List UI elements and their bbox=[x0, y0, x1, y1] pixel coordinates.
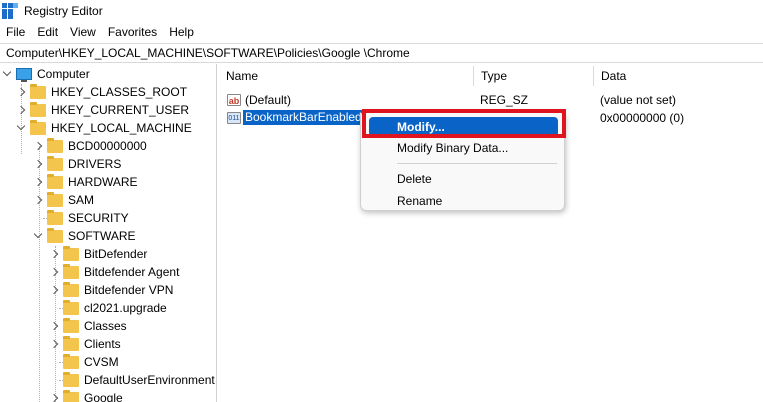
menu-item-delete[interactable]: Delete bbox=[369, 169, 558, 189]
value-row-default[interactable]: ab (Default) REG_SZ (value not set) bbox=[218, 91, 763, 109]
menu-item-rename[interactable]: Rename bbox=[369, 191, 558, 211]
dword-value-icon: 011 bbox=[227, 112, 241, 124]
tree-item-hardware[interactable]: HARDWARE bbox=[33, 173, 138, 191]
menu-help[interactable]: Help bbox=[163, 25, 200, 39]
value-data: (value not set) bbox=[600, 93, 677, 107]
value-type: REG_SZ bbox=[480, 93, 529, 107]
column-header-data[interactable]: Data bbox=[593, 64, 763, 88]
folder-icon bbox=[30, 101, 46, 117]
tree-item-bitdefender-agent[interactable]: Bitdefender Agent bbox=[49, 263, 179, 281]
chevron-down-icon[interactable] bbox=[2, 69, 12, 79]
menu-favorites[interactable]: Favorites bbox=[102, 25, 163, 39]
tree-item-defaultuserenvironment[interactable]: DefaultUserEnvironment bbox=[63, 371, 215, 389]
folder-icon bbox=[47, 173, 63, 189]
tree-item-computer[interactable]: Computer bbox=[2, 65, 90, 83]
folder-icon bbox=[63, 263, 79, 279]
computer-icon bbox=[16, 68, 32, 82]
menu-view[interactable]: View bbox=[64, 25, 102, 39]
tree-item-classes[interactable]: Classes bbox=[49, 317, 127, 335]
chevron-right-icon[interactable] bbox=[16, 87, 26, 97]
window-title: Registry Editor bbox=[24, 4, 103, 18]
tree-item-google[interactable]: Google bbox=[49, 389, 123, 402]
folder-icon bbox=[63, 389, 79, 402]
tree-item-bitdefender[interactable]: BitDefender bbox=[49, 245, 147, 263]
folder-icon bbox=[47, 227, 63, 243]
chevron-down-icon[interactable] bbox=[33, 231, 43, 241]
menu-separator bbox=[397, 163, 557, 164]
tree-item-hkey-current-user[interactable]: HKEY_CURRENT_USER bbox=[16, 101, 189, 119]
string-value-icon: ab bbox=[227, 94, 241, 106]
menu-item-modify-binary-data[interactable]: Modify Binary Data... bbox=[369, 138, 558, 158]
tree-item-security[interactable]: SECURITY bbox=[47, 209, 129, 227]
folder-icon bbox=[63, 281, 79, 297]
tree-item-software[interactable]: SOFTWARE bbox=[33, 227, 136, 245]
folder-icon bbox=[63, 299, 79, 315]
folder-icon bbox=[63, 371, 79, 387]
chevron-right-icon[interactable] bbox=[49, 321, 59, 331]
address-path: Computer\HKEY_LOCAL_MACHINE\SOFTWARE\Pol… bbox=[6, 46, 410, 60]
folder-icon bbox=[63, 317, 79, 333]
folder-icon bbox=[63, 335, 79, 351]
folder-icon bbox=[47, 155, 63, 171]
chevron-right-icon[interactable] bbox=[33, 159, 43, 169]
chevron-right-icon[interactable] bbox=[33, 195, 43, 205]
key-tree[interactable]: Computer HKEY_CLASSES_ROOT HKEY_CURRENT_… bbox=[0, 64, 217, 402]
chevron-right-icon[interactable] bbox=[49, 249, 59, 259]
chevron-right-icon[interactable] bbox=[49, 339, 59, 349]
folder-icon bbox=[47, 209, 63, 225]
chevron-right-icon[interactable] bbox=[33, 141, 43, 151]
value-name-selected: BookmarkBarEnabled bbox=[243, 110, 364, 125]
folder-icon bbox=[30, 83, 46, 99]
chevron-right-icon[interactable] bbox=[33, 177, 43, 187]
value-name: (Default) bbox=[245, 93, 292, 107]
chevron-right-icon[interactable] bbox=[49, 393, 59, 402]
tree-item-bcd00000000[interactable]: BCD00000000 bbox=[33, 137, 147, 155]
chevron-right-icon[interactable] bbox=[16, 105, 26, 115]
menu-bar: File Edit View Favorites Help bbox=[0, 22, 200, 42]
registry-editor-icon bbox=[2, 3, 18, 19]
tree-item-cvsm[interactable]: CVSM bbox=[63, 353, 119, 371]
highlight-annotation-box bbox=[362, 109, 566, 138]
folder-icon bbox=[63, 353, 79, 369]
chevron-right-icon[interactable] bbox=[49, 267, 59, 277]
chevron-down-icon[interactable] bbox=[16, 123, 26, 133]
menu-edit[interactable]: Edit bbox=[31, 25, 64, 39]
tree-item-sam[interactable]: SAM bbox=[33, 191, 94, 209]
menu-file[interactable]: File bbox=[0, 25, 31, 39]
folder-icon bbox=[47, 191, 63, 207]
title-bar: Registry Editor bbox=[0, 0, 763, 22]
tree-item-bitdefender-vpn[interactable]: Bitdefender VPN bbox=[49, 281, 173, 299]
column-header-type[interactable]: Type bbox=[473, 64, 593, 88]
folder-icon bbox=[30, 119, 46, 135]
tree-item-drivers[interactable]: DRIVERS bbox=[33, 155, 121, 173]
tree-item-hkey-local-machine[interactable]: HKEY_LOCAL_MACHINE bbox=[16, 119, 192, 137]
folder-icon bbox=[63, 245, 79, 261]
tree-item-hkey-classes-root[interactable]: HKEY_CLASSES_ROOT bbox=[16, 83, 187, 101]
chevron-right-icon[interactable] bbox=[49, 285, 59, 295]
tree-item-cl2021-upgrade[interactable]: cl2021.upgrade bbox=[63, 299, 167, 317]
column-header-name[interactable]: Name bbox=[218, 64, 473, 88]
address-bar[interactable]: Computer\HKEY_LOCAL_MACHINE\SOFTWARE\Pol… bbox=[0, 43, 763, 63]
tree-item-clients[interactable]: Clients bbox=[49, 335, 121, 353]
folder-icon bbox=[47, 137, 63, 153]
value-data: 0x00000000 (0) bbox=[600, 111, 685, 125]
